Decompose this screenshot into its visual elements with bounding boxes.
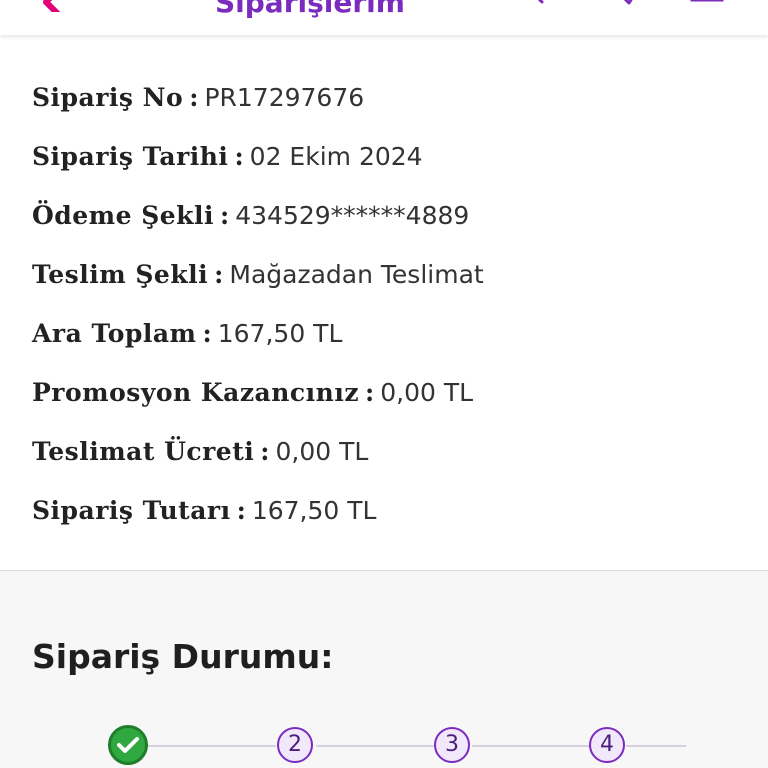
order-number-row: Sipariş No: PR17297676 — [32, 80, 364, 116]
order-total-row: Sipariş Tutarı:167,50 TL — [32, 493, 376, 529]
step-connector — [148, 745, 276, 747]
order-list-icon[interactable] — [596, 0, 638, 8]
subtotal-value: 167,50 TL — [217, 319, 343, 348]
cart-icon[interactable] — [688, 0, 728, 8]
delivery-method-row: Teslim Şekli: Mağazadan Teslimat — [32, 257, 484, 293]
promotion-savings-value: 0,00 TL — [380, 378, 474, 407]
header-title: Siparişlerim — [215, 0, 405, 19]
order-status-title: Sipariş Durumu: — [32, 637, 334, 676]
payment-method-value: 434529******4889 — [235, 201, 470, 230]
order-detail-page: Siparişlerim Sipariş No: PR17297676 Sipar… — [0, 0, 768, 768]
step-connector — [316, 745, 434, 747]
separator: : — [365, 378, 375, 407]
order-status-section: Sipariş Durumu: 2 3 4 — [0, 570, 768, 768]
check-icon — [117, 737, 139, 753]
step-1-completed — [108, 725, 148, 765]
promotion-savings-row: Promosyon Kazancınız:0,00 TL — [32, 375, 473, 411]
step-3: 3 — [434, 727, 470, 763]
delivery-method-label: Teslim Şekli — [32, 260, 209, 289]
order-number-value: PR17297676 — [204, 83, 365, 112]
step-connector — [626, 745, 686, 747]
promotion-savings-label: Promosyon Kazancınız — [32, 378, 360, 407]
step-connector — [472, 745, 590, 747]
order-date-label: Sipariş Tarihi — [32, 142, 229, 171]
delivery-fee-label: Teslimat Ücreti — [32, 437, 255, 466]
delivery-fee-row: Teslimat Ücreti:0,00 TL — [32, 434, 368, 470]
order-total-value: 167,50 TL — [251, 496, 377, 525]
delivery-method-value: Mağazadan Teslimat — [229, 260, 484, 289]
search-icon[interactable] — [512, 0, 548, 8]
separator: : — [260, 437, 270, 466]
step-4: 4 — [589, 727, 625, 763]
order-status-stepper: 2 3 4 — [0, 723, 768, 768]
separator: : — [236, 496, 246, 525]
delivery-fee-value: 0,00 TL — [275, 437, 369, 466]
separator: : — [189, 83, 199, 112]
back-arrow-icon[interactable] — [38, 0, 72, 12]
subtotal-row: Ara Toplam:167,50 TL — [32, 316, 342, 352]
separator: : — [220, 201, 230, 230]
order-total-label: Sipariş Tutarı — [32, 496, 231, 525]
payment-method-label: Ödeme Şekli — [32, 201, 215, 230]
step-2: 2 — [277, 727, 313, 763]
separator: : — [234, 142, 244, 171]
order-date-row: Sipariş Tarihi:02 Ekim 2024 — [32, 139, 423, 175]
separator: : — [214, 260, 224, 289]
payment-method-row: Ödeme Şekli:434529******4889 — [32, 198, 469, 234]
order-number-label: Sipariş No — [32, 83, 184, 112]
separator: : — [202, 319, 212, 348]
order-date-value: 02 Ekim 2024 — [249, 142, 423, 171]
subtotal-label: Ara Toplam — [32, 319, 197, 348]
app-header: Siparişlerim — [0, 0, 768, 35]
